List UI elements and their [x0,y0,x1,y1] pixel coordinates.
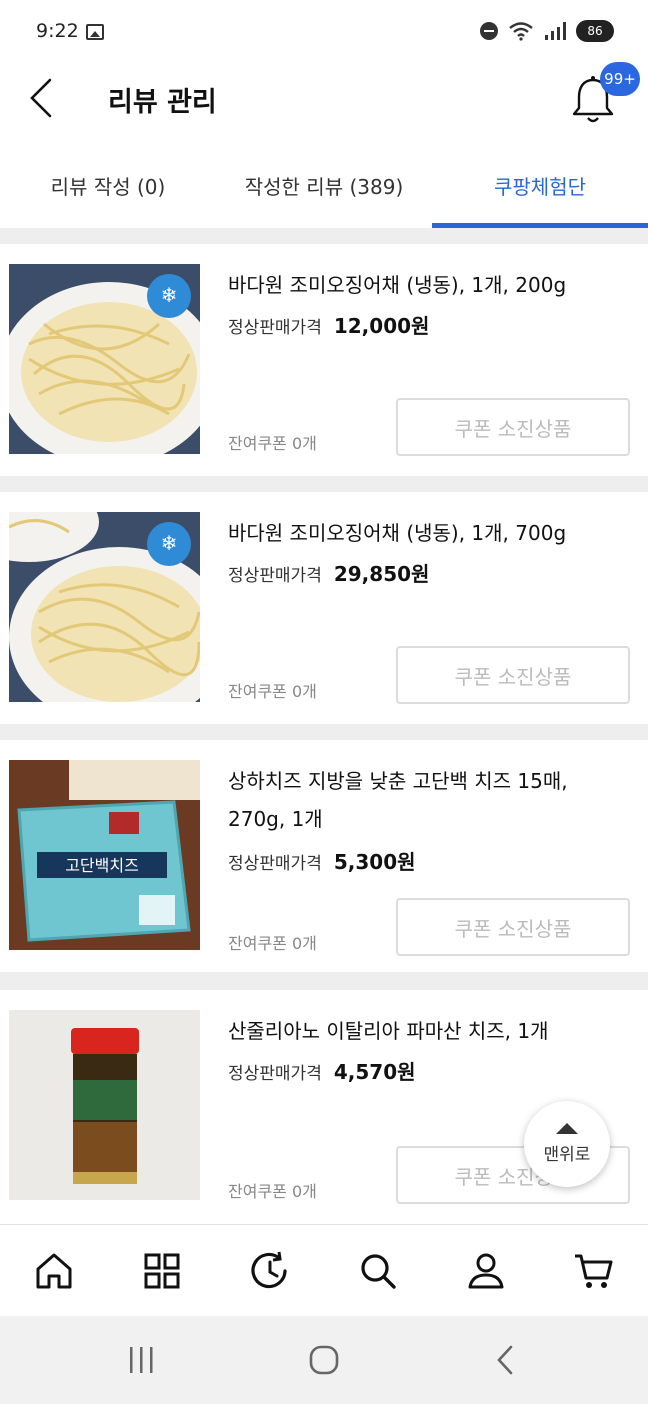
coupon-remaining: 잔여쿠폰 0개 [228,434,317,453]
app-header: 리뷰 관리 99+ [0,62,648,142]
product-image: 고단백치즈 [9,760,200,950]
coupon-exhausted-button[interactable]: 쿠폰 소진상품 [396,898,630,956]
product-title[interactable]: 바다원 조미오징어채 (냉동), 1개, 200g [228,266,628,304]
battery-icon: 86 [576,20,614,42]
search-icon [361,1253,396,1289]
page-title: 리뷰 관리 [108,87,217,118]
image-icon [86,24,104,40]
divider [0,972,648,990]
price-label: 정상판매가격 [228,854,322,874]
nav-search[interactable] [324,1225,432,1316]
cart-icon [575,1254,613,1288]
price-line: 정상판매가격 12,000원 [228,310,429,339]
price-label: 정상판매가격 [228,318,322,338]
nav-recent[interactable] [216,1225,324,1316]
price-value: 29,850원 [333,562,430,586]
nav-home[interactable] [0,1225,108,1316]
coupon-exhausted-button[interactable]: 쿠폰 소진상품 [396,398,630,456]
status-icons: 86 [480,20,614,42]
price-label: 정상판매가격 [228,1064,322,1084]
price-value: 12,000원 [333,314,430,338]
bottom-nav [0,1224,648,1316]
arrow-up-icon [556,1123,578,1134]
svg-text:❄: ❄ [161,531,178,555]
status-bar: 9:22 86 [0,0,648,62]
coupon-remaining: 잔여쿠폰 0개 [228,934,317,953]
product-card[interactable]: ❄ 바다원 조미오징어채 (냉동), 1개, 700g 정상판매가격 29,850… [0,492,648,724]
recents-button[interactable] [120,1340,164,1380]
status-time: 9:22 [36,20,79,42]
product-card[interactable]: 고단백치즈 상하치즈 지방을 낮춘 고단백 치즈 15매, 270g, 1개 정… [0,740,648,972]
price-value: 4,570원 [333,1060,416,1084]
recents-icon [130,1347,153,1373]
system-navigation-bar [0,1316,648,1404]
svg-text:고단백치즈: 고단백치즈 [65,856,139,875]
coupon-remaining: 잔여쿠폰 0개 [228,1182,317,1201]
price-label: 정상판매가격 [228,566,322,586]
product-title[interactable]: 상하치즈 지방을 낮춘 고단백 치즈 15매, 270g, 1개 [228,762,628,838]
price-line: 정상판매가격 4,570원 [228,1056,416,1085]
price-line: 정상판매가격 5,300원 [228,846,416,875]
divider [0,722,648,740]
coupon-remaining: 잔여쿠폰 0개 [228,682,317,701]
home-system-button[interactable] [302,1340,346,1380]
notification-badge: 99+ [600,62,640,96]
coupon-exhausted-button[interactable]: 쿠폰 소진상품 [396,646,630,704]
back-system-button[interactable] [484,1340,528,1380]
nav-category[interactable] [108,1225,216,1316]
tab-coupang-experience[interactable]: 쿠팡체험단 [432,142,648,228]
chevron-left-icon [30,78,52,118]
recent-icon [251,1251,287,1288]
back-button[interactable] [22,76,66,120]
wifi-icon [509,22,533,41]
signal-icon [545,22,566,40]
divider [0,228,648,244]
tab-written-reviews[interactable]: 작성한 리뷰 (389) [216,142,432,228]
chevron-left-icon [497,1345,513,1375]
divider [0,474,648,492]
product-image: ❄ [9,512,200,702]
price-line: 정상판매가격 29,850원 [228,558,429,587]
home-icon [36,1253,72,1288]
product-card[interactable]: ❄ 바다원 조미오징어채 (냉동), 1개, 200g 정상판매가격 12,000… [0,244,648,476]
product-image [9,1010,200,1200]
account-icon [468,1253,504,1288]
product-title[interactable]: 산줄리아노 이탈리아 파마산 치즈, 1개 [228,1012,628,1050]
tab-bar: 리뷰 작성 (0) 작성한 리뷰 (389) 쿠팡체험단 [0,142,648,228]
scroll-to-top-label: 맨위로 [543,1145,591,1165]
category-icon [144,1253,180,1288]
scroll-to-top-button[interactable]: 맨위로 [524,1101,610,1187]
product-image: ❄ [9,264,200,454]
product-title[interactable]: 바다원 조미오징어채 (냉동), 1개, 700g [228,514,628,552]
svg-text:❄: ❄ [161,283,178,307]
nav-cart[interactable] [540,1225,648,1316]
dnd-icon [480,22,498,40]
home-circle-icon [309,1345,339,1375]
nav-account[interactable] [432,1225,540,1316]
tab-write-review[interactable]: 리뷰 작성 (0) [0,142,216,228]
price-value: 5,300원 [333,850,416,874]
